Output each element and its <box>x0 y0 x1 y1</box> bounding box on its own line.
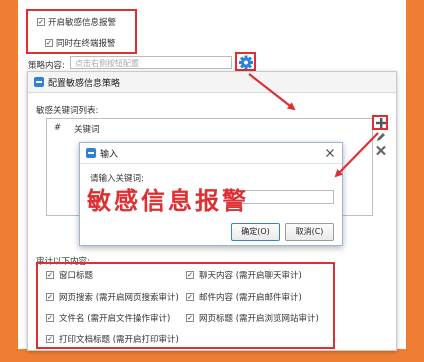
arrow-add-to-input <box>334 132 379 178</box>
arrow-gear-to-dialog <box>248 73 296 111</box>
annotation-arrows <box>248 73 379 178</box>
